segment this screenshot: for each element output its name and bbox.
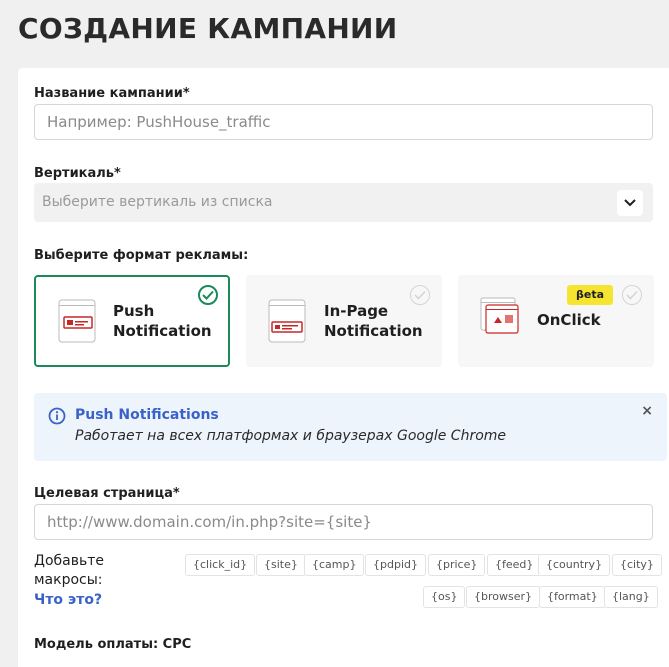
macro-chip[interactable]: {site} — [256, 554, 306, 576]
campaign-form: Название кампании* Вертикаль* Выберите в… — [18, 68, 669, 667]
macro-chip[interactable]: {country} — [538, 554, 611, 576]
macros-label-line2: макросы: — [34, 572, 103, 588]
format-push-line1: Push — [113, 302, 155, 320]
macro-chip[interactable]: {format} — [539, 586, 606, 608]
info-title: Push Notifications — [75, 407, 219, 423]
push-notification-icon — [58, 299, 96, 343]
macros-label: Добавьте макросы: — [34, 552, 104, 590]
macro-chip[interactable]: {browser} — [466, 586, 541, 608]
close-icon[interactable]: × — [641, 403, 653, 419]
page-title: СОЗДАНИЕ КАМПАНИИ — [18, 12, 398, 45]
format-option-in-page[interactable]: In-Page Notification — [246, 275, 442, 367]
payment-model-label: Модель оплаты: CPC — [34, 637, 192, 652]
info-icon — [48, 407, 66, 425]
campaign-name-input[interactable] — [34, 104, 653, 140]
vertical-label: Вертикаль* — [34, 166, 121, 181]
format-in-page-line1: In-Page — [324, 302, 389, 320]
check-icon — [198, 285, 218, 305]
info-text: Работает на всех платформах и браузерах … — [75, 428, 507, 444]
macro-chip[interactable]: {feed} — [487, 554, 542, 576]
format-in-page-line2: Notification — [324, 322, 423, 340]
macros-help-link[interactable]: Что это? — [34, 592, 102, 608]
format-option-onclick[interactable]: OnClick βeta — [458, 275, 654, 367]
format-onclick-line1: OnClick — [537, 311, 601, 329]
macro-chip[interactable]: {camp} — [304, 554, 365, 576]
chevron-down-icon[interactable] — [617, 190, 643, 216]
info-box: Push Notifications Работает на всех плат… — [34, 393, 667, 461]
macros-label-line1: Добавьте — [34, 553, 104, 569]
macro-chip[interactable]: {pdpid} — [365, 554, 426, 576]
campaign-name-label: Название кампании* — [34, 86, 190, 101]
onclick-icon — [480, 297, 519, 334]
target-page-input[interactable] — [34, 504, 653, 540]
check-icon — [622, 285, 642, 305]
macro-chip[interactable]: {lang} — [604, 586, 658, 608]
target-page-label: Целевая страница* — [34, 486, 180, 501]
vertical-placeholder: Выберите вертикаль из списка — [42, 194, 273, 210]
macro-chip[interactable]: {click_id} — [185, 554, 256, 576]
check-icon — [410, 285, 430, 305]
format-label: Выберите формат рекламы: — [34, 248, 249, 263]
macro-chip[interactable]: {price} — [428, 554, 486, 576]
macro-chip[interactable]: {city} — [612, 554, 662, 576]
format-option-push[interactable]: Push Notification — [34, 275, 230, 367]
beta-badge: βeta — [567, 285, 613, 305]
macro-chip[interactable]: {os} — [423, 586, 466, 608]
format-push-line2: Notification — [113, 322, 212, 340]
in-page-notification-icon — [268, 299, 306, 343]
vertical-select[interactable]: Выберите вертикаль из списка — [34, 183, 653, 222]
